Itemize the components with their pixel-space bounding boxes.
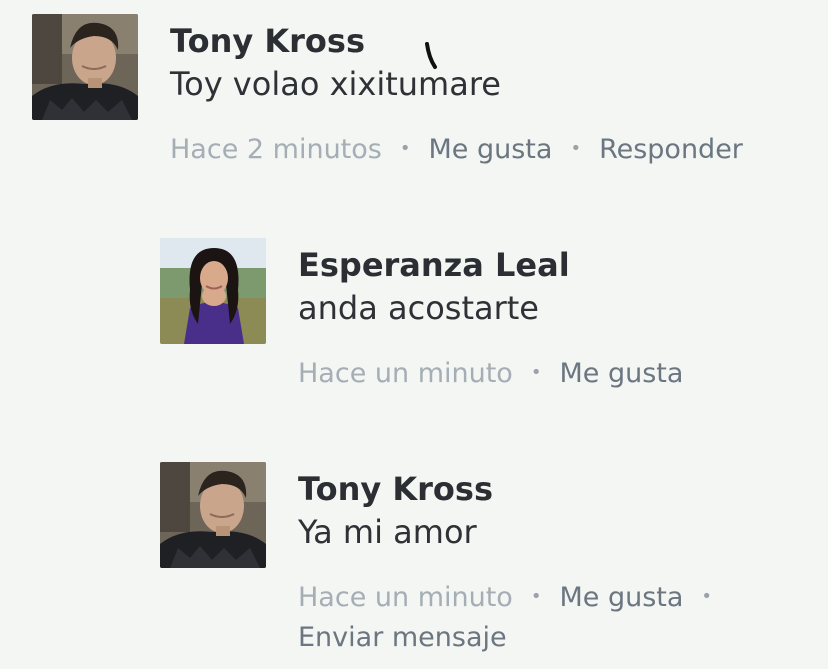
send-message-link[interactable]: Enviar mensaje [298,620,730,656]
comment-text: anda acostarte [298,289,539,327]
like-link[interactable]: Me gusta [559,582,683,613]
comment-timestamp: Hace 2 minutos [170,134,382,165]
comment-text: Ya mi amor [298,513,477,551]
comment-author[interactable]: Tony Kross [298,469,730,509]
reply-link[interactable]: Responder [599,134,743,165]
avatar[interactable] [160,462,266,568]
separator-dot-icon: • [530,362,542,383]
separator-dot-icon: • [701,586,713,607]
separator-dot-icon: • [399,138,411,159]
comment-author[interactable]: Tony Kross [170,21,743,61]
comment-author[interactable]: Esperanza Leal [298,245,683,285]
comment-meta: Hace 2 minutos • Me gusta • Responder [170,131,743,172]
stray-mark-icon [425,42,437,69]
like-link[interactable]: Me gusta [559,358,683,389]
comment-text: Toy volao xixitumare [170,42,743,104]
avatar[interactable] [32,14,138,120]
comment-meta: Hace un minuto • Me gusta [298,355,683,396]
avatar-photo-icon [32,14,138,120]
avatar-photo-icon [160,238,266,344]
separator-dot-icon: • [570,138,582,159]
comment-meta: Hace un minuto • Me gusta • [298,579,730,620]
comment-body: Esperanza Leal anda acostarte Hace un mi… [298,238,683,396]
comment-timestamp: Hace un minuto [298,358,513,389]
avatar-photo-icon [160,462,266,568]
like-link[interactable]: Me gusta [428,134,552,165]
comment-timestamp: Hace un minuto [298,582,513,613]
comment-body: Tony Kross Ya mi amor Hace un minuto • Me … [298,462,730,656]
comment-text-content: Toy volao xixitumare [170,65,501,103]
comment-body: Tony Kross Toy volao xixitumare Hace 2 m… [170,14,743,172]
avatar[interactable] [160,238,266,344]
separator-dot-icon: • [530,586,542,607]
